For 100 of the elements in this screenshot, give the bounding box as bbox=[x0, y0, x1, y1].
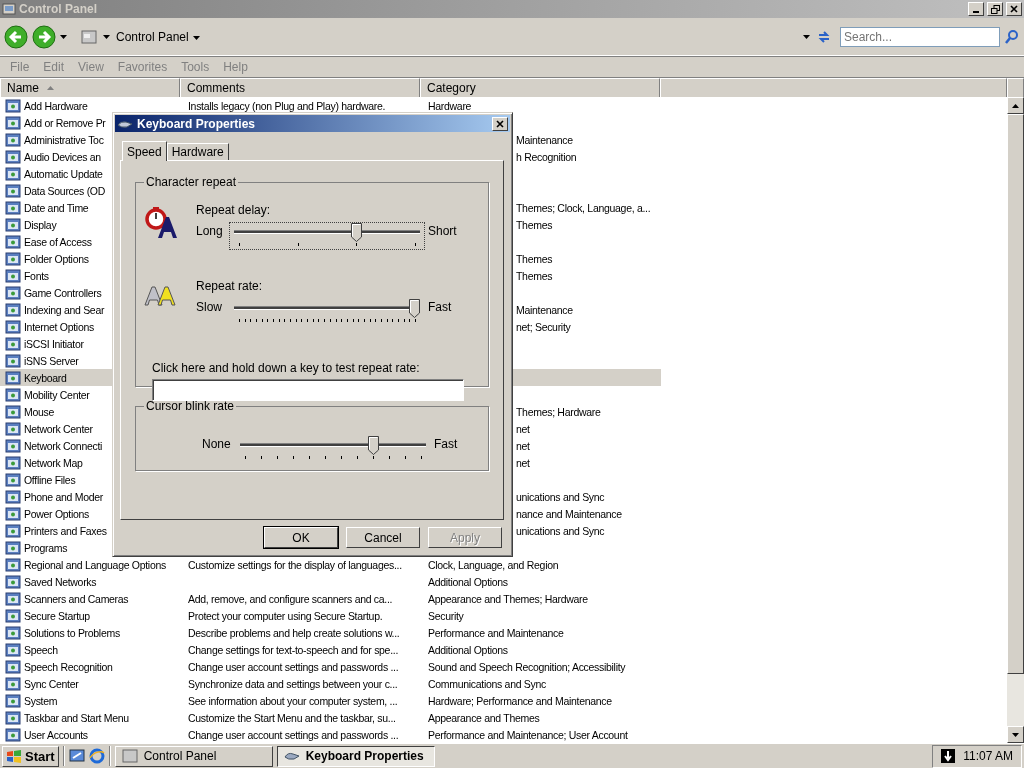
item-name[interactable]: Indexing and Sear bbox=[24, 303, 105, 316]
applet-icon bbox=[5, 573, 21, 590]
applet-icon bbox=[5, 335, 21, 352]
slider-thumb[interactable] bbox=[409, 299, 420, 318]
applet-icon bbox=[5, 590, 21, 607]
refresh-icon[interactable] bbox=[816, 28, 832, 45]
item-name[interactable]: Network Center bbox=[24, 422, 93, 435]
slider-thumb[interactable] bbox=[351, 223, 362, 242]
close-icon bbox=[1010, 5, 1018, 13]
dropdown-arrow-icon[interactable] bbox=[803, 34, 810, 39]
close-button[interactable] bbox=[492, 116, 508, 131]
dialog-button[interactable]: OK bbox=[264, 527, 338, 548]
taskbar-button[interactable]: Keyboard Properties bbox=[276, 745, 435, 767]
item-name[interactable]: Scanners and Cameras bbox=[24, 592, 129, 605]
tab[interactable]: Hardware bbox=[166, 143, 229, 160]
browser-icon[interactable] bbox=[88, 748, 105, 764]
item-name[interactable]: Data Sources (OD bbox=[24, 184, 105, 197]
dropdown-arrow-icon[interactable] bbox=[192, 35, 200, 40]
item-name[interactable]: Add Hardware bbox=[24, 99, 88, 112]
forward-button[interactable] bbox=[32, 24, 56, 49]
down-arrow-icon bbox=[1012, 732, 1019, 737]
table-cell: Describe problems and help create solutions w... bbox=[188, 626, 400, 639]
item-name[interactable]: Folder Options bbox=[24, 252, 89, 265]
table-cell: net bbox=[516, 422, 530, 435]
tab[interactable]: Speed bbox=[122, 141, 167, 161]
search-field[interactable]: Search... bbox=[840, 26, 1000, 47]
scroll-thumb[interactable] bbox=[1007, 114, 1024, 674]
slider-max-label: Fast bbox=[428, 299, 453, 314]
back-button[interactable] bbox=[4, 24, 28, 49]
item-name[interactable]: Date and Time bbox=[24, 201, 89, 214]
item-name[interactable]: Secure Startup bbox=[24, 609, 90, 622]
item-name[interactable]: Solutions to Problems bbox=[24, 626, 120, 639]
item-name[interactable]: Mobility Center bbox=[24, 388, 90, 401]
item-name[interactable]: iSCSI Initiator bbox=[24, 337, 84, 350]
item-name[interactable]: Taskbar and Start Menu bbox=[24, 711, 129, 724]
dialog-button[interactable]: Cancel bbox=[346, 527, 420, 548]
table-cell: Add, remove, and configure scanners and ca... bbox=[188, 592, 393, 605]
table-cell: Installs legacy (non Plug and Play) hardware. bbox=[188, 99, 386, 112]
item-name[interactable]: Phone and Moder bbox=[24, 490, 103, 503]
applet-icon bbox=[5, 403, 21, 420]
table-cell: Themes bbox=[516, 218, 553, 231]
scroll-down-button[interactable] bbox=[1007, 726, 1024, 743]
item-name[interactable]: Audio Devices an bbox=[24, 150, 101, 163]
download-icon[interactable] bbox=[941, 749, 956, 763]
slider-track[interactable] bbox=[240, 436, 426, 455]
table-cell: nance and Maintenance bbox=[516, 507, 622, 520]
desktop-icon[interactable] bbox=[68, 748, 85, 764]
slider-min-label: None bbox=[202, 436, 232, 453]
dropdown-arrow-icon[interactable] bbox=[60, 34, 67, 39]
item-name[interactable]: Automatic Update bbox=[24, 167, 103, 180]
table-cell: net bbox=[516, 456, 530, 469]
item-name[interactable]: Sync Center bbox=[24, 677, 79, 690]
item-name[interactable]: Keyboard bbox=[24, 371, 67, 384]
item-name[interactable]: User Accounts bbox=[24, 728, 88, 741]
table-cell: net bbox=[516, 439, 530, 452]
dialog-title: Keyboard Properties bbox=[137, 116, 257, 131]
search-icon[interactable] bbox=[1004, 28, 1020, 45]
item-name[interactable]: Mouse bbox=[24, 405, 54, 418]
item-name[interactable]: System bbox=[24, 694, 58, 707]
item-name[interactable]: Game Controllers bbox=[24, 286, 102, 299]
table-cell: Synchronize data and settings between your c... bbox=[188, 677, 398, 690]
windows-flag-icon bbox=[6, 749, 22, 763]
slider-thumb[interactable] bbox=[368, 436, 379, 455]
item-name[interactable]: Ease of Access bbox=[24, 235, 92, 248]
slider-track[interactable] bbox=[234, 223, 420, 242]
taskbar-button[interactable]: Control Panel bbox=[114, 745, 273, 767]
group-title: Character repeat bbox=[145, 175, 238, 189]
address-path[interactable]: Control Panel bbox=[116, 29, 189, 44]
item-name[interactable]: Speech bbox=[24, 643, 58, 656]
dropdown-arrow-icon[interactable] bbox=[103, 34, 110, 39]
up-arrow-icon bbox=[1012, 103, 1019, 108]
item-name[interactable]: Network Connecti bbox=[24, 439, 103, 452]
start-button[interactable]: Start bbox=[2, 745, 59, 767]
group-title: Cursor blink rate bbox=[145, 399, 236, 413]
item-name[interactable]: Offline Files bbox=[24, 473, 76, 486]
restore-button[interactable] bbox=[987, 2, 1003, 16]
item-name[interactable]: Fonts bbox=[24, 269, 49, 282]
applet-icon bbox=[5, 471, 21, 488]
slider-track[interactable] bbox=[234, 299, 420, 318]
item-name[interactable]: Saved Networks bbox=[24, 575, 97, 588]
folder-icon bbox=[81, 28, 97, 45]
item-name[interactable]: Add or Remove Pr bbox=[24, 116, 106, 129]
item-name[interactable]: Printers and Faxes bbox=[24, 524, 107, 537]
minimize-button[interactable] bbox=[968, 2, 984, 16]
applet-icon bbox=[5, 488, 21, 505]
item-name[interactable]: Programs bbox=[24, 541, 68, 554]
item-name[interactable]: Display bbox=[24, 218, 57, 231]
item-name[interactable]: Speech Recognition bbox=[24, 660, 113, 673]
scroll-up-button[interactable] bbox=[1007, 97, 1024, 114]
item-name[interactable]: Administrative Toc bbox=[24, 133, 104, 146]
item-name[interactable]: iSNS Server bbox=[24, 354, 79, 367]
input-field[interactable] bbox=[152, 379, 464, 401]
item-name[interactable]: Regional and Language Options bbox=[24, 558, 166, 571]
item-name[interactable]: Internet Options bbox=[24, 320, 94, 333]
slider[interactable] bbox=[229, 222, 425, 250]
table-cell: h Recognition bbox=[516, 150, 577, 163]
table-cell: Themes bbox=[516, 252, 553, 265]
item-name[interactable]: Network Map bbox=[24, 456, 83, 469]
close-button[interactable] bbox=[1006, 2, 1022, 16]
item-name[interactable]: Power Options bbox=[24, 507, 89, 520]
